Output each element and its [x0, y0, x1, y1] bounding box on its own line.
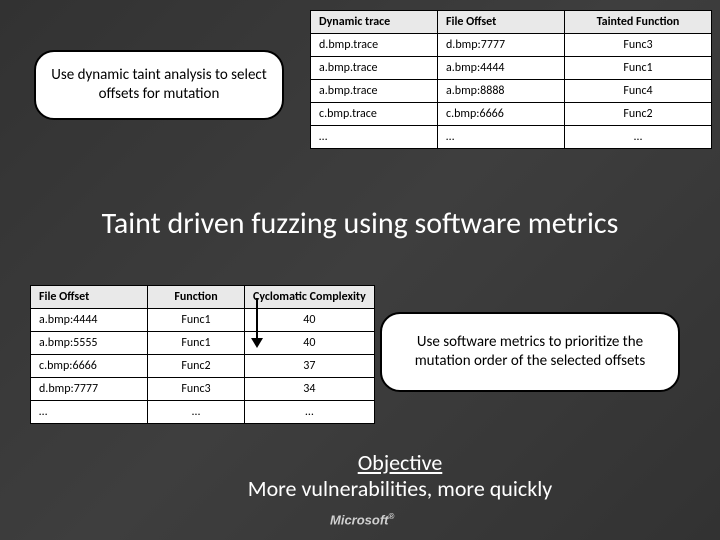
- table-cell: d.bmp:7777: [31, 378, 148, 401]
- col-header: Tainted Function: [565, 11, 712, 34]
- table-body: a.bmp:4444Func140a.bmp:5555Func140c.bmp:…: [31, 309, 375, 424]
- table-row: d.bmp:7777Func334: [31, 378, 375, 401]
- table-cell: d.bmp:7777: [438, 34, 565, 57]
- table-cell: a.bmp.trace: [311, 80, 438, 103]
- callout-text: Use dynamic taint analysis to select off…: [50, 66, 268, 104]
- table-cell: a.bmp:8888: [438, 80, 565, 103]
- table-cell: 40: [245, 309, 375, 332]
- slide: Use dynamic taint analysis to select off…: [0, 0, 720, 540]
- table-row: ………: [31, 401, 375, 424]
- col-header: File Offset: [31, 286, 148, 309]
- table-row: ………: [311, 126, 712, 149]
- table-cell: …: [438, 126, 565, 149]
- objective-block: Objective More vulnerabilities, more qui…: [190, 450, 610, 503]
- registered-icon: ®: [389, 512, 395, 521]
- table-header-row: Dynamic trace File Offset Tainted Functi…: [311, 11, 712, 34]
- table-cell: Func2: [148, 355, 245, 378]
- objective-label: Objective: [358, 449, 443, 476]
- table-cell: Func4: [565, 80, 712, 103]
- table-cell: 34: [245, 378, 375, 401]
- table-cell: a.bmp:4444: [31, 309, 148, 332]
- table-cell: …: [565, 126, 712, 149]
- col-header: File Offset: [438, 11, 565, 34]
- table-cell: c.bmp.trace: [311, 103, 438, 126]
- table-cell: Func3: [148, 378, 245, 401]
- table-cell: …: [148, 401, 245, 424]
- col-header: Cyclomatic Complexity: [245, 286, 375, 309]
- table-cell: 37: [245, 355, 375, 378]
- table-row: a.bmp.tracea.bmp:8888Func4: [311, 80, 712, 103]
- table-row: c.bmp.tracec.bmp:6666Func2: [311, 103, 712, 126]
- table-taint-trace: Dynamic trace File Offset Tainted Functi…: [310, 10, 712, 149]
- table-cell: a.bmp:5555: [31, 332, 148, 355]
- callout-taint-analysis: Use dynamic taint analysis to select off…: [34, 50, 284, 120]
- table-cell: c.bmp:6666: [438, 103, 565, 126]
- table-cell: 40: [245, 332, 375, 355]
- table-complexity: File Offset Function Cyclomatic Complexi…: [30, 285, 375, 424]
- callout-software-metrics: Use software metrics to prioritize the m…: [380, 312, 680, 392]
- table-body: d.bmp.traced.bmp:7777Func3a.bmp.tracea.b…: [311, 34, 712, 149]
- table-cell: …: [245, 401, 375, 424]
- col-header: Dynamic trace: [311, 11, 438, 34]
- table-row: a.bmp:5555Func140: [31, 332, 375, 355]
- table-header-row: File Offset Function Cyclomatic Complexi…: [31, 286, 375, 309]
- table-row: d.bmp.traced.bmp:7777Func3: [311, 34, 712, 57]
- table-cell: a.bmp:4444: [438, 57, 565, 80]
- objective-text: More vulnerabilities, more quickly: [248, 475, 552, 502]
- table-row: a.bmp:4444Func140: [31, 309, 375, 332]
- callout-text: Use software metrics to prioritize the m…: [396, 333, 664, 371]
- table-cell: Func2: [565, 103, 712, 126]
- table-row: a.bmp.tracea.bmp:4444Func1: [311, 57, 712, 80]
- table-cell: Func3: [565, 34, 712, 57]
- table-row: c.bmp:6666Func237: [31, 355, 375, 378]
- table-cell: c.bmp:6666: [31, 355, 148, 378]
- table-cell: …: [31, 401, 148, 424]
- table-cell: a.bmp.trace: [311, 57, 438, 80]
- slide-title: Taint driven fuzzing using software metr…: [0, 205, 720, 242]
- col-header: Function: [148, 286, 245, 309]
- table-cell: d.bmp.trace: [311, 34, 438, 57]
- table-cell: Func1: [148, 332, 245, 355]
- microsoft-logo: Microsoft®: [330, 512, 394, 527]
- table-cell: Func1: [148, 309, 245, 332]
- logo-text: Microsoft: [330, 512, 389, 527]
- table-cell: Func1: [565, 57, 712, 80]
- table-cell: …: [311, 126, 438, 149]
